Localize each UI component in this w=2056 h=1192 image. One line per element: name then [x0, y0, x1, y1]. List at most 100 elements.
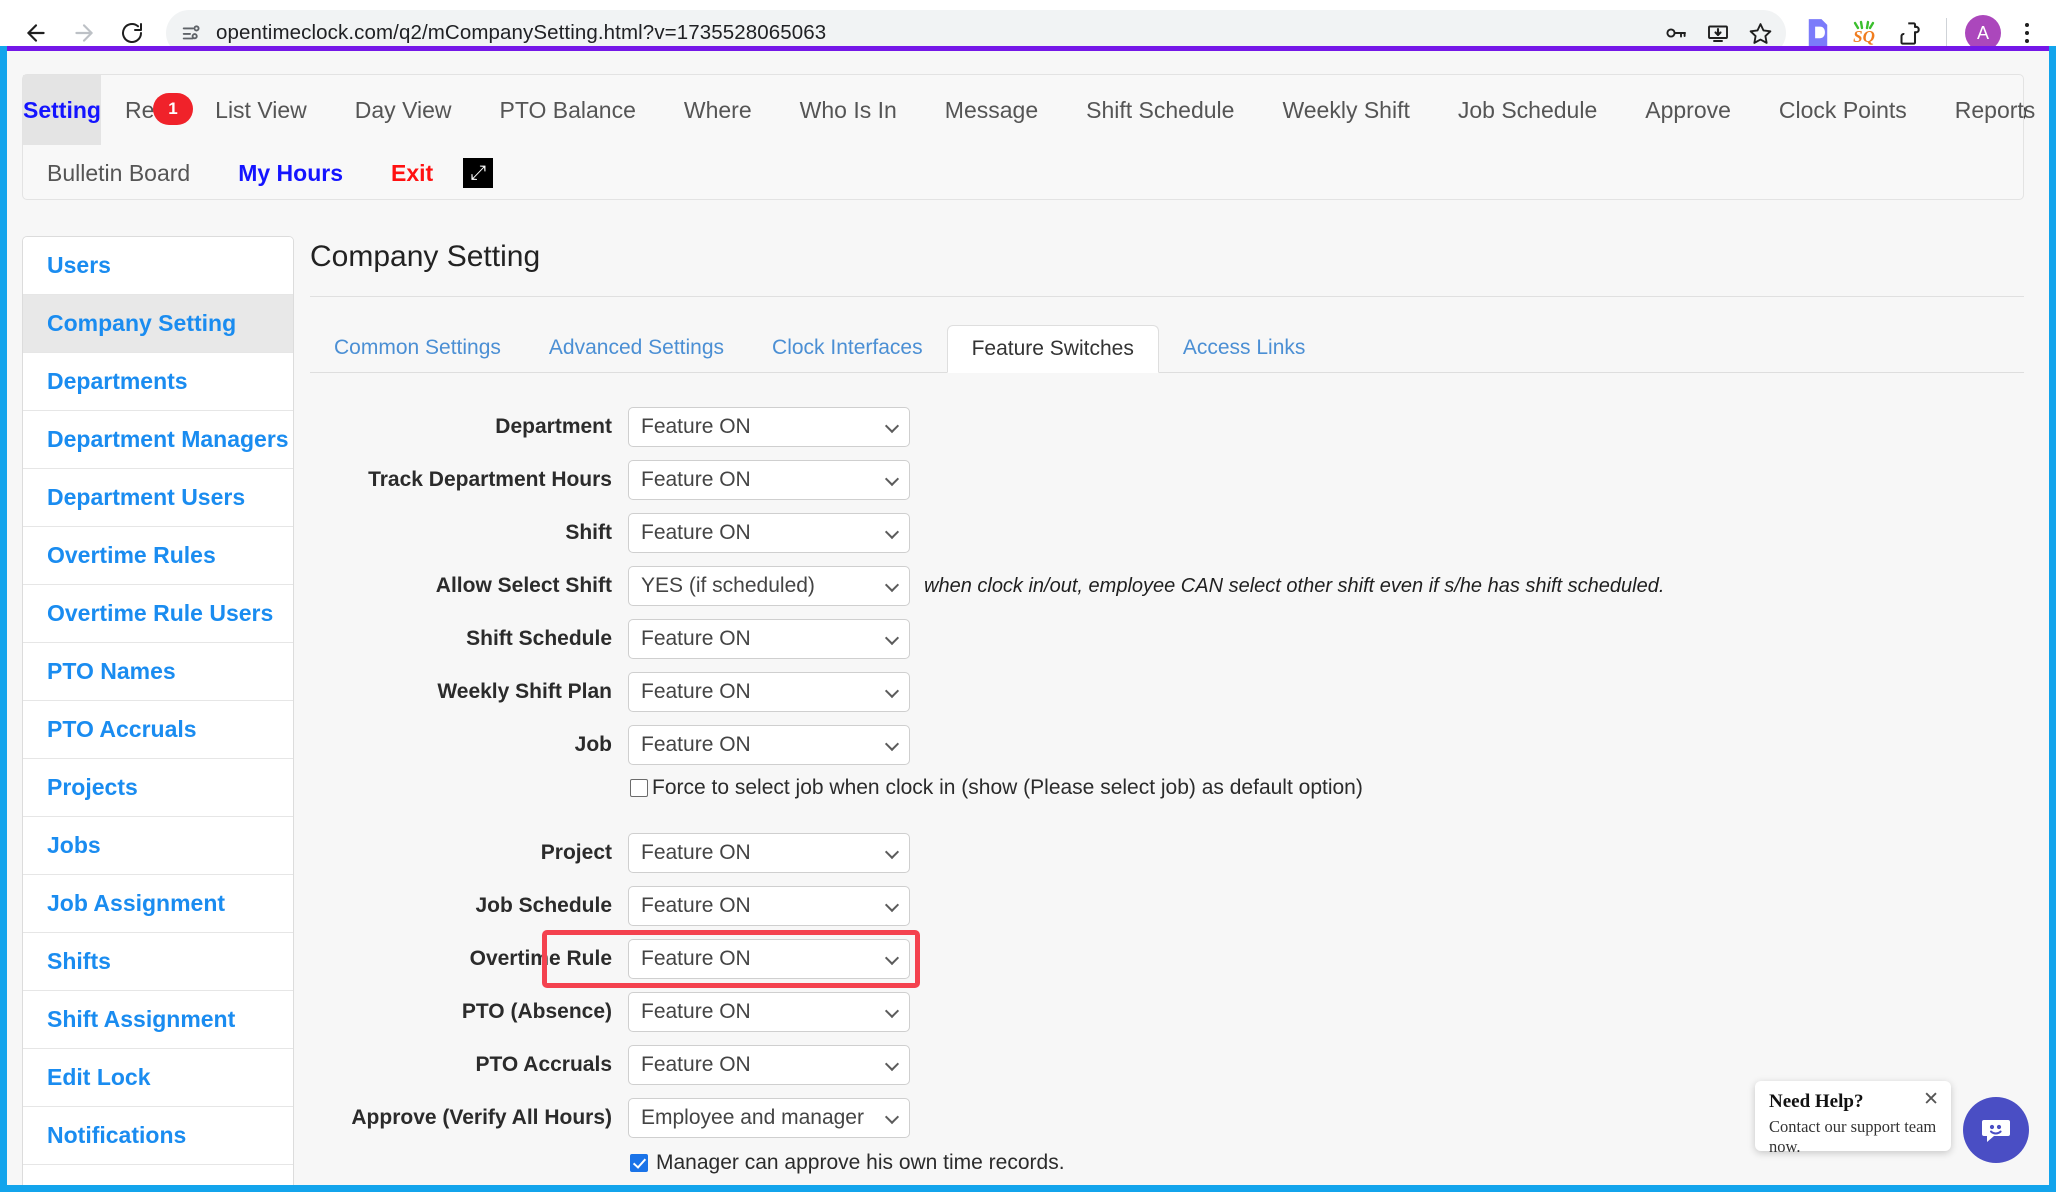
nav-link-bulletin-board[interactable]: Bulletin Board [23, 160, 214, 187]
force-select-job-checkbox-row: Force to select job when clock in (show … [628, 776, 2024, 800]
chat-promo-subtitle: Contact our support team now. [1769, 1117, 1937, 1156]
select-project[interactable]: Feature ON [628, 833, 910, 873]
nav-tab-req[interactable]: Req 1 [101, 75, 193, 145]
sidebar-item-shifts[interactable]: Shifts [23, 933, 293, 991]
nav-tab-where[interactable]: Where [660, 75, 776, 145]
nav-tab-approve[interactable]: Approve [1621, 75, 1755, 145]
sidebar-item-pto-accruals[interactable]: PTO Accruals [23, 701, 293, 759]
nav-tab-setting[interactable]: Setting [23, 75, 101, 145]
nav-tab-label: Approve [1645, 96, 1731, 123]
chevron-down-icon [884, 630, 900, 646]
top-nav-row-primary: Setting Req 1 List View Day View PTO Balance W… [23, 75, 2035, 145]
select-value: Feature ON [641, 1053, 751, 1076]
nav-tab-job-schedule[interactable]: Job Schedule [1434, 75, 1621, 145]
settings-tabs: Common Settings Advanced Settings Clock In… [310, 325, 2024, 373]
select-overtime-rule[interactable]: Feature ON [628, 939, 910, 979]
sidebar-item-projects[interactable]: Projects [23, 759, 293, 817]
field-label: Job [574, 733, 612, 756]
force-select-job-checkbox[interactable] [630, 779, 648, 797]
nav-tab-day-view[interactable]: Day View [331, 75, 476, 145]
select-shift[interactable]: Feature ON [628, 513, 910, 553]
field-label: Shift [565, 521, 612, 544]
nav-tab-pto-balance[interactable]: PTO Balance [476, 75, 660, 145]
chevron-down-icon [884, 524, 900, 540]
select-department[interactable]: Feature ON [628, 407, 910, 447]
chevron-down-icon [884, 1003, 900, 1019]
tab-advanced-settings[interactable]: Advanced Settings [525, 324, 748, 372]
sidebar-item-shift-assignment[interactable]: Shift Assignment [23, 991, 293, 1049]
nav-link-my-hours[interactable]: My Hours [214, 160, 367, 187]
select-value: Feature ON [641, 1000, 751, 1023]
chat-promo-bubble[interactable]: Need Help? Contact our support team now.… [1755, 1081, 1951, 1156]
chevron-down-icon [884, 471, 900, 487]
select-allow-select-shift[interactable]: YES (if scheduled) [628, 566, 910, 606]
tab-common-settings[interactable]: Common Settings [310, 324, 525, 372]
chevron-down-icon [884, 897, 900, 913]
nav-link-exit[interactable]: Exit [367, 160, 457, 187]
select-job-schedule[interactable]: Feature ON [628, 886, 910, 926]
chat-bubble-icon [1978, 1112, 2014, 1148]
chevron-down-icon [884, 736, 900, 752]
sidebar-item-overtime-rules[interactable]: Overtime Rules [23, 527, 293, 585]
tab-clock-interfaces[interactable]: Clock Interfaces [748, 324, 947, 372]
field-label: Shift Schedule [466, 627, 612, 650]
sidebar-item-notifications[interactable]: Notifications [23, 1107, 293, 1165]
request-count-badge: 1 [152, 93, 193, 125]
form-row: Track Department Hours Feature ON [310, 460, 2024, 500]
sidebar-item-truncated[interactable] [23, 1165, 293, 1185]
tab-feature-switches[interactable]: Feature Switches [946, 325, 1159, 373]
select-approve-verify-all-hours-[interactable]: Employee and manager [628, 1098, 910, 1138]
nav-tab-weekly-shift[interactable]: Weekly Shift [1258, 75, 1433, 145]
nav-tab-list-view[interactable]: List View [191, 75, 331, 145]
select-value: Feature ON [641, 680, 751, 703]
tab-access-links[interactable]: Access Links [1159, 324, 1330, 372]
sidebar-item-company-setting[interactable]: Company Setting [23, 295, 293, 353]
select-pto-absence-[interactable]: Feature ON [628, 992, 910, 1032]
chat-promo-title: Need Help? [1769, 1091, 1864, 1112]
nav-tab-label: Reports [1954, 96, 2036, 123]
nav-tab-message[interactable]: Message [921, 75, 1062, 145]
sidebar-item-job-assignment[interactable]: Job Assignment [23, 875, 293, 933]
nav-tab-label: Who Is In [799, 96, 897, 123]
sidebar-item-users[interactable]: Users [23, 237, 293, 295]
sidebar-item-pto-names[interactable]: PTO Names [23, 643, 293, 701]
form-row: Overtime Rule Feature ON [310, 939, 2024, 979]
field-label: Job Schedule [475, 894, 612, 917]
field-label: Department [495, 415, 612, 438]
sidebar-item-department-users[interactable]: Department Users [23, 469, 293, 527]
field-label: Project [540, 841, 612, 864]
chevron-down-icon [884, 577, 900, 593]
select-pto-accruals[interactable]: Feature ON [628, 1045, 910, 1085]
sidebar-item-departments[interactable]: Departments [23, 353, 293, 411]
form-row: Job Schedule Feature ON [310, 886, 2024, 926]
select-shift-schedule[interactable]: Feature ON [628, 619, 910, 659]
select-value: Feature ON [641, 415, 751, 438]
field-label: PTO Accruals [475, 1053, 612, 1076]
nav-tab-label: Message [944, 96, 1039, 123]
close-icon[interactable]: ✕ [1923, 1090, 1939, 1109]
chevron-down-icon [884, 1109, 900, 1125]
field-note: when clock in/out, employee CAN select o… [924, 574, 1665, 597]
sidebar-item-overtime-rule-users[interactable]: Overtime Rule Users [23, 585, 293, 643]
sidebar-item-edit-lock[interactable]: Edit Lock [23, 1049, 293, 1107]
nav-tab-label: Day View [354, 96, 452, 123]
sidebar-item-jobs[interactable]: Jobs [23, 817, 293, 875]
nav-tab-reports[interactable]: Reports [1931, 75, 2049, 145]
toolbar-divider [1946, 18, 1947, 48]
nav-tab-label: Shift Schedule [1086, 96, 1235, 123]
chevron-down-icon [884, 844, 900, 860]
select-value: Employee and manager [641, 1106, 864, 1129]
select-value: Feature ON [641, 894, 751, 917]
chat-launcher-button[interactable] [1963, 1097, 2029, 1163]
nav-tab-who-is-in[interactable]: Who Is In [776, 75, 921, 145]
select-job[interactable]: Feature ON [628, 725, 910, 765]
form-row: Weekly Shift Plan Feature ON [310, 672, 2024, 712]
sidebar-item-department-managers[interactable]: Department Managers [23, 411, 293, 469]
nav-tab-clock-points[interactable]: Clock Points [1755, 75, 1931, 145]
fullscreen-expand-icon[interactable]: ⤢ [463, 158, 494, 188]
form-row: Project Feature ON [310, 833, 2024, 873]
nav-tab-shift-schedule[interactable]: Shift Schedule [1062, 75, 1258, 145]
select-weekly-shift-plan[interactable]: Feature ON [628, 672, 910, 712]
select-track-department-hours[interactable]: Feature ON [628, 460, 910, 500]
manager-self-approve-checkbox[interactable] [630, 1154, 648, 1172]
